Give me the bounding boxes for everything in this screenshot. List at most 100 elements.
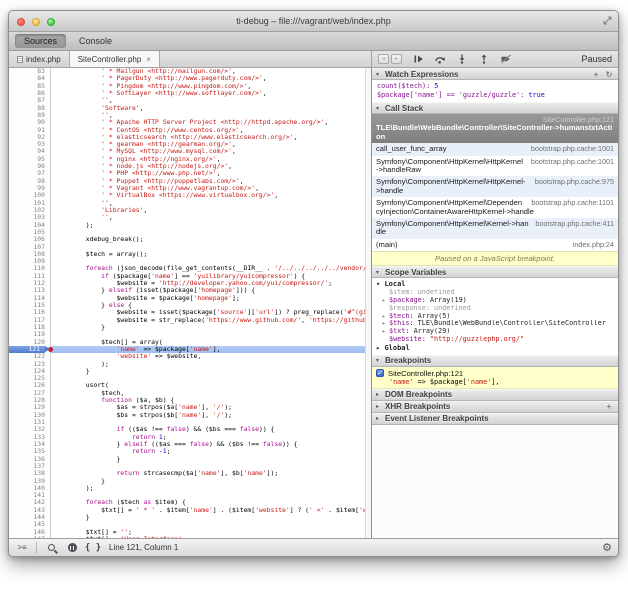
- watch-expression[interactable]: $package['name'] == 'guzzle/guzzle': tru…: [377, 91, 618, 100]
- line-number-gutter[interactable]: 121121: [9, 346, 51, 353]
- line-number-gutter[interactable]: 147: [9, 536, 51, 538]
- step-over-icon[interactable]: [432, 53, 448, 65]
- close-tab-icon[interactable]: ×: [144, 55, 151, 64]
- frame-function: (main): [376, 240, 398, 249]
- step-out-icon[interactable]: [476, 53, 492, 65]
- code-text: ' * MySQL <http://www.mysql.com/>',: [51, 148, 365, 155]
- call-stack-frame[interactable]: bootstrap.php.cache:1001Symfony\Componen…: [372, 156, 618, 177]
- window-title: ti-debug – file:///vagrant/web/index.php: [236, 16, 391, 26]
- code-text: ' * node.js <http://nodejs.org/>',: [51, 163, 365, 170]
- scope-group-local[interactable]: ▾ Local: [376, 280, 618, 289]
- zoom-window-icon[interactable]: [47, 18, 55, 26]
- tab-sources[interactable]: Sources: [15, 34, 66, 48]
- dom-breakpoints-header[interactable]: ▸DOM Breakpoints: [372, 389, 618, 401]
- breakpoint-code-preview: 'name' => $package['name'],: [376, 378, 614, 386]
- pretty-print-icon[interactable]: { }: [86, 541, 100, 555]
- code-token: ' * nginx <http://nginx.org/>': [101, 156, 216, 163]
- minimize-window-icon[interactable]: [32, 18, 40, 26]
- title-bar[interactable]: ti-debug – file:///vagrant/web/index.php: [9, 11, 618, 32]
- code-line: 131: [9, 419, 365, 426]
- disclosure-triangle-icon[interactable]: ▸: [376, 391, 382, 398]
- scope-variable[interactable]: ▸$txt: Array(29): [376, 328, 618, 336]
- code-line: 142 foreach ($tech as $item) {: [9, 499, 365, 506]
- call-stack-frame[interactable]: bootstrap.php.cache:975Symfony\Component…: [372, 176, 618, 197]
- file-tab-index.php[interactable]: index.php: [9, 51, 70, 67]
- scope-variable[interactable]: $website: "http://guzzlephp.org/": [376, 336, 618, 344]
- call-stack-header[interactable]: ▾ Call Stack: [372, 102, 618, 114]
- scope-variable[interactable]: ▸$tech: Array(5): [376, 313, 618, 321]
- disclosure-triangle-icon[interactable]: ▾: [376, 269, 382, 276]
- refresh-watch-icon[interactable]: ↻: [604, 70, 614, 79]
- call-stack-frame[interactable]: SiteController.php:121TLE\Bundle\WebBund…: [372, 114, 618, 143]
- close-window-icon[interactable]: [17, 18, 25, 26]
- scope-variable[interactable]: $item: undefined: [376, 289, 618, 297]
- code-token: $website = $package[: [55, 295, 194, 302]
- disclosure-triangle-icon[interactable]: ▾: [376, 71, 382, 78]
- watch-expression-value: true: [528, 91, 544, 99]
- tab-scroll-left-icon[interactable]: ◂: [378, 54, 389, 64]
- code-token: '': [101, 200, 109, 207]
- code-token: ) {: [294, 273, 306, 280]
- code-line: 84 ' * PagerDuty <http://www.pagerduty.c…: [9, 75, 365, 82]
- breakpoint-item[interactable]: ✓SiteController.php:121'name' => $packag…: [372, 367, 618, 389]
- colon: :: [409, 320, 417, 327]
- event-listener-breakpoints-header[interactable]: ▸Event Listener Breakpoints: [372, 413, 618, 425]
- deactivate-breakpoints-icon[interactable]: [498, 53, 514, 65]
- code-text: ' * PagerDuty <http://www.pagerduty.com/…: [51, 75, 365, 82]
- tab-console[interactable]: Console: [70, 34, 121, 48]
- settings-gear-icon[interactable]: ⚙: [602, 541, 612, 554]
- code-token: '': [101, 214, 109, 221]
- code-token: [55, 97, 101, 104]
- file-tab-bar: index.phpSiteController.php×: [9, 51, 371, 67]
- continue-icon[interactable]: [410, 53, 426, 65]
- code-token: 'https://www.github.com/': [205, 317, 301, 324]
- code-text: function ($a, $b) {: [51, 397, 365, 404]
- scope-variable[interactable]: $response: undefined: [376, 305, 618, 313]
- code-editor[interactable]: 83 ' * Mailgun <http://mailgun.com/>',84…: [9, 68, 365, 538]
- code-token: -1: [159, 448, 167, 455]
- scope-variables-header[interactable]: ▾ Scope Variables: [372, 266, 618, 278]
- file-tab-sitecontroller.php[interactable]: SiteController.php×: [69, 51, 160, 67]
- code-token: }: [55, 456, 120, 463]
- resize-icon[interactable]: [603, 16, 612, 25]
- disclosure-triangle-icon[interactable]: ▾: [376, 357, 382, 364]
- variable-value: Array(19): [430, 297, 467, 304]
- add-watch-icon[interactable]: +: [591, 70, 601, 79]
- breakpoints-header[interactable]: ▾ Breakpoints: [372, 355, 618, 367]
- expand-triangle-icon[interactable]: ▸: [382, 313, 389, 321]
- code-token: }: [55, 287, 109, 294]
- expand-triangle-icon[interactable]: ▸: [382, 328, 389, 336]
- toolbar-row: index.phpSiteController.php× ◂ ▸ Paused: [9, 51, 618, 68]
- expand-triangle-icon[interactable]: ▸: [382, 320, 389, 328]
- frame-function: call_user_func_array: [376, 144, 447, 153]
- breakpoint-checkbox[interactable]: ✓: [376, 369, 384, 377]
- code-text: if (($as !== false) && ($bs === false)) …: [51, 426, 365, 433]
- disclosure-triangle-icon[interactable]: ▸: [376, 403, 382, 410]
- call-stack-frame[interactable]: bootstrap.php.cache:1001call_user_func_a…: [372, 143, 618, 155]
- search-icon[interactable]: [44, 541, 58, 555]
- code-token: ' * PagerDuty <http://www.pagerduty.com/…: [101, 75, 263, 82]
- watch-expression[interactable]: count($tech): 5: [377, 82, 618, 91]
- call-stack-frame[interactable]: bootstrap.php.cache:1101Symfony\Componen…: [372, 197, 618, 218]
- variable-name: $tech: [389, 313, 409, 320]
- breakpoints-toggle-icon[interactable]: [65, 541, 79, 555]
- call-stack-list: SiteController.php:121TLE\Bundle\WebBund…: [372, 114, 618, 251]
- code-line: 92 ' * elasticsearch <http://www.elastic…: [9, 134, 365, 141]
- call-stack-frame[interactable]: index.php:24(main): [372, 239, 618, 251]
- variable-name: $package: [389, 297, 422, 304]
- scope-variable[interactable]: ▸$package: Array(19): [376, 297, 618, 305]
- watch-expressions-header[interactable]: ▾ Watch Expressions + ↻: [372, 68, 618, 80]
- disclosure-triangle-icon[interactable]: ▾: [376, 105, 382, 112]
- disclosure-triangle-icon[interactable]: ▸: [376, 415, 382, 422]
- code-token: return: [132, 448, 155, 455]
- execution-arrow-icon: 121: [9, 346, 45, 353]
- scope-group-global[interactable]: ▸ Global: [376, 344, 618, 353]
- console-drawer-icon[interactable]: >≡: [15, 541, 29, 555]
- expand-triangle-icon[interactable]: ▸: [382, 297, 389, 305]
- add-xhr-breakpoint-icon[interactable]: +: [604, 402, 614, 411]
- scope-variable[interactable]: ▸$this: TLE\Bundle\WebBundle\Controller\…: [376, 320, 618, 328]
- step-into-icon[interactable]: [454, 53, 470, 65]
- call-stack-frame[interactable]: bootstrap.php.cache:411Symfony\Component…: [372, 218, 618, 239]
- xhr-breakpoints-header[interactable]: ▸XHR Breakpoints+: [372, 401, 618, 413]
- tab-scroll-right-icon[interactable]: ▸: [391, 54, 402, 64]
